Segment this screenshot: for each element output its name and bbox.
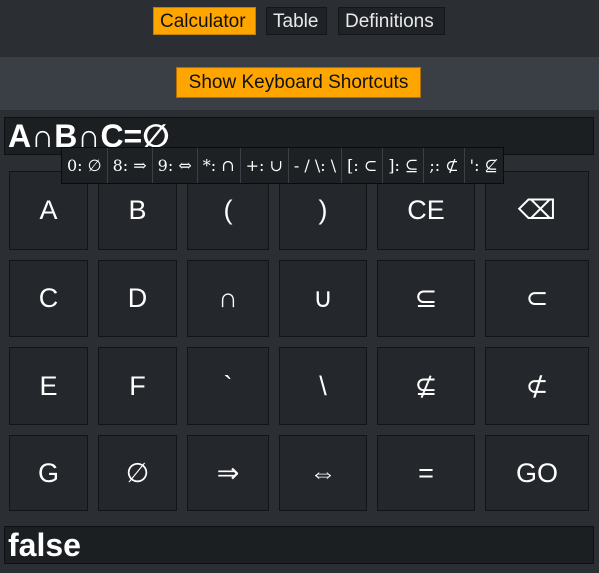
shortcut-bar: Show Keyboard Shortcuts	[0, 57, 599, 110]
go-button[interactable]: GO	[485, 435, 589, 511]
shortcut-item: [: ⊂	[342, 148, 384, 183]
key-subset[interactable]: ⊂	[485, 260, 589, 337]
key-d[interactable]: D	[98, 260, 177, 337]
key-not-subset[interactable]: ⊄	[485, 347, 589, 425]
show-keyboard-shortcuts-button[interactable]: Show Keyboard Shortcuts	[176, 67, 421, 98]
key-iff[interactable]: ⇔	[279, 435, 367, 511]
tab-definitions[interactable]: Definitions	[338, 7, 445, 35]
key-implies[interactable]: ⇒	[187, 435, 269, 511]
key-c[interactable]: C	[9, 260, 88, 337]
shortcut-item: 8: ⇒	[107, 148, 153, 183]
result-display: false	[4, 526, 594, 564]
key-empty-set[interactable]: ∅	[98, 435, 177, 511]
key-e[interactable]: E	[9, 347, 88, 425]
shortcut-item: 9: ⇔	[152, 148, 198, 183]
shortcut-item: 0: ∅	[62, 148, 108, 183]
top-nav: Calculator Table Definitions	[0, 0, 599, 57]
shortcut-item: ;: ⊄	[424, 148, 465, 183]
shortcut-item: ': ⊈	[464, 148, 503, 183]
shortcut-item: +: ∪	[240, 148, 289, 183]
key-intersection[interactable]: ∩	[187, 260, 269, 337]
shortcut-item: ]: ⊆	[383, 148, 425, 183]
key-g[interactable]: G	[9, 435, 88, 511]
key-f[interactable]: F	[98, 347, 177, 425]
key-not-subset-eq[interactable]: ⊈	[377, 347, 475, 425]
key-complement[interactable]: `	[187, 347, 269, 425]
shortcut-item: - / \: \	[288, 148, 343, 183]
shortcut-item: *: ∩	[197, 148, 241, 183]
keyboard-shortcuts-tooltip: 0: ∅ 8: ⇒ 9: ⇔ *: ∩ +: ∪ - / \: \ [: ⊂ ]…	[61, 147, 504, 184]
tab-calculator[interactable]: Calculator	[153, 7, 256, 35]
key-union[interactable]: ∪	[279, 260, 367, 337]
key-set-difference[interactable]: \	[279, 347, 367, 425]
key-subset-eq[interactable]: ⊆	[377, 260, 475, 337]
key-equals[interactable]: =	[377, 435, 475, 511]
tab-table[interactable]: Table	[266, 7, 327, 35]
